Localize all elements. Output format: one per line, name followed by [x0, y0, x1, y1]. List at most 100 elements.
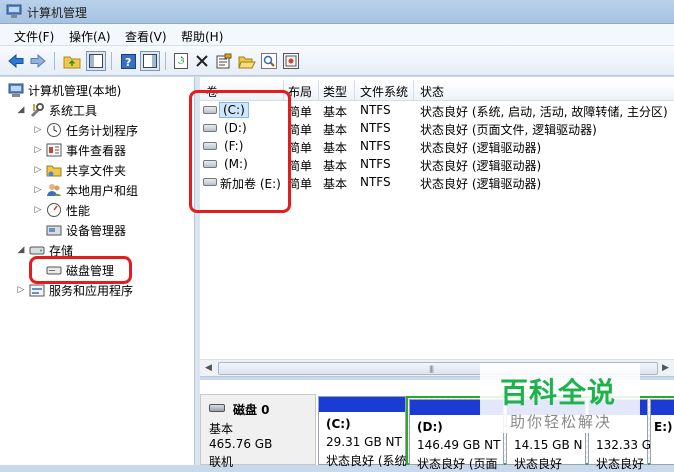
users-icon: [47, 184, 61, 196]
disk-info-panel[interactable]: 磁盘 0 基本 465.76 GB 联机: [200, 394, 316, 469]
tree-item-label: 服务和应用程序: [49, 283, 134, 298]
volume-list: 卷 布局 类型 文件系统 状态 (C:) 简单 基本 NTFS 状态良好 (系统…: [200, 77, 674, 377]
tree-item-event-viewer[interactable]: ▷ 事件查看器: [33, 141, 126, 159]
expand-icon[interactable]: ▷: [16, 285, 26, 295]
tools-icon: [30, 103, 44, 118]
column-header-status[interactable]: 状态: [420, 83, 444, 100]
scroll-right-icon[interactable]: ▶: [662, 363, 669, 373]
partition-size: 146.49 GB NT: [417, 438, 501, 452]
table-row[interactable]: 新加卷 (E:) 简单 基本 NTFS 状态良好 (逻辑驱动器): [200, 173, 674, 191]
partition-label: (D:): [417, 420, 443, 434]
expand-icon[interactable]: ▷: [33, 185, 43, 195]
computer-management-icon: [8, 83, 24, 97]
drive-icon: [203, 124, 217, 132]
disk-title: 磁盘 0: [233, 403, 270, 417]
drive-icon: [203, 160, 217, 168]
tree-item-label: 本地用户和组: [66, 183, 139, 198]
export-icon[interactable]: [281, 51, 301, 71]
volume-type: 基本: [323, 177, 348, 191]
menu-help[interactable]: 帮助(H): [181, 28, 223, 45]
table-row[interactable]: (C:) 简单 基本 NTFS 状态良好 (系统, 启动, 活动, 故障转储, …: [200, 101, 674, 119]
tree-item-performance[interactable]: ▷ 性能: [33, 201, 90, 219]
watermark-subtitle: 助你轻松解决: [510, 413, 613, 431]
computer-management-icon: [6, 4, 22, 18]
volume-filesystem: NTFS: [360, 175, 391, 189]
help-icon[interactable]: ?: [118, 51, 138, 71]
tree-item-local-users[interactable]: ▷ 本地用户和组: [33, 181, 138, 199]
volume-name: 新加卷 (E:): [220, 177, 281, 191]
tree-root[interactable]: 计算机管理(本地): [8, 81, 121, 99]
volume-status: 状态良好 (系统, 启动, 活动, 故障转储, 主分区): [420, 105, 668, 119]
volume-status: 状态良好 (页面文件, 逻辑驱动器): [420, 123, 597, 137]
column-header-row: 卷 布局 类型 文件系统 状态: [200, 80, 674, 101]
partition-status: 状态良好: [596, 457, 645, 471]
properties-icon[interactable]: [214, 51, 234, 71]
volume-type: 基本: [323, 141, 348, 155]
delete-icon[interactable]: [192, 51, 212, 71]
expand-icon[interactable]: ▷: [33, 125, 43, 135]
tree-item-task-scheduler[interactable]: ▷ 任务计划程序: [33, 121, 138, 139]
window-title: 计算机管理: [27, 6, 88, 20]
title-bar: 计算机管理: [0, 0, 674, 24]
tree-item-storage[interactable]: ◢ 存储: [16, 241, 73, 259]
volume-status: 状态良好 (逻辑驱动器): [420, 141, 542, 155]
volume-filesystem: NTFS: [360, 157, 391, 171]
refresh-icon[interactable]: [171, 51, 191, 71]
volume-filesystem: NTFS: [360, 103, 391, 117]
volume-layout: 简单: [288, 177, 313, 191]
scroll-left-icon[interactable]: ◀: [205, 363, 212, 373]
tree-item-label: 系统工具: [49, 103, 98, 118]
search-icon[interactable]: [259, 51, 279, 71]
toolbar: ?: [0, 46, 674, 76]
expand-icon[interactable]: ▷: [33, 145, 43, 155]
partition-e[interactable]: E:): [650, 399, 674, 465]
column-header-volume[interactable]: 卷: [206, 83, 218, 100]
expand-icon[interactable]: ▷: [33, 165, 43, 175]
tree-item-label: 性能: [66, 203, 91, 218]
volume-status: 状态良好 (逻辑驱动器): [420, 159, 542, 173]
menu-action[interactable]: 操作(A): [69, 28, 111, 45]
open-folder-icon[interactable]: [237, 51, 257, 71]
volume-layout: 简单: [288, 159, 313, 173]
expand-icon[interactable]: ▷: [33, 205, 43, 215]
tree-item-services-apps[interactable]: ▷ 服务和应用程序: [16, 281, 133, 299]
volume-filesystem: NTFS: [360, 121, 391, 135]
table-row[interactable]: (M:) 简单 基本 NTFS 状态良好 (逻辑驱动器): [200, 155, 674, 173]
disk-icon: [209, 404, 225, 412]
table-row[interactable]: (D:) 简单 基本 NTFS 状态良好 (页面文件, 逻辑驱动器): [200, 119, 674, 137]
tree-root-label: 计算机管理(本地): [28, 83, 122, 98]
drive-icon: [203, 142, 217, 150]
tree-item-system-tools[interactable]: ◢ 系统工具: [16, 101, 97, 119]
collapse-icon[interactable]: ◢: [16, 105, 26, 115]
collapse-icon[interactable]: ◢: [16, 245, 26, 255]
drive-icon: [203, 106, 217, 114]
clock-icon: [47, 123, 61, 137]
menu-file[interactable]: 文件(F): [14, 28, 54, 45]
disk-management-icon: [46, 266, 62, 275]
column-header-layout[interactable]: 布局: [288, 83, 312, 100]
partition-c[interactable]: (C:) 29.31 GB NT 状态良好 (系统: [318, 396, 407, 468]
forward-arrow-icon[interactable]: [28, 51, 48, 71]
column-header-filesystem[interactable]: 文件系统: [360, 83, 408, 100]
volume-layout: 简单: [288, 141, 313, 155]
show-tree-icon[interactable]: [86, 51, 106, 71]
tree-item-shared-folders[interactable]: ▷ 共享文件夹: [33, 161, 126, 179]
menu-view[interactable]: 查看(V): [125, 28, 167, 45]
watermark-title: 百科全说: [500, 376, 617, 409]
tree-item-device-manager[interactable]: 设备管理器: [46, 221, 126, 239]
tree-item-disk-management[interactable]: 磁盘管理: [46, 261, 114, 279]
partition-size: 29.31 GB NT: [326, 435, 402, 449]
partition-status: 状态良好 (系统: [326, 454, 407, 468]
volume-name: (F:): [224, 139, 244, 153]
table-row[interactable]: (F:) 简单 基本 NTFS 状态良好 (逻辑驱动器): [200, 137, 674, 155]
navigation-tree: 计算机管理(本地) ◢ 系统工具 ▷ 任务计划程序 ▷ 事件查看器 ▷ 共享文件…: [0, 77, 195, 465]
back-arrow-icon[interactable]: [6, 51, 26, 71]
up-folder-icon[interactable]: [62, 51, 82, 71]
column-header-type[interactable]: 类型: [323, 83, 347, 100]
partition-size: 14.15 GB N: [514, 438, 583, 452]
partition-status: 状态良好: [514, 457, 563, 471]
action-pane-icon[interactable]: [140, 51, 160, 71]
disk-state: 联机: [209, 455, 234, 469]
watermark: 百科全说 助你轻松解决: [480, 363, 640, 433]
drive-icon: [203, 178, 217, 186]
